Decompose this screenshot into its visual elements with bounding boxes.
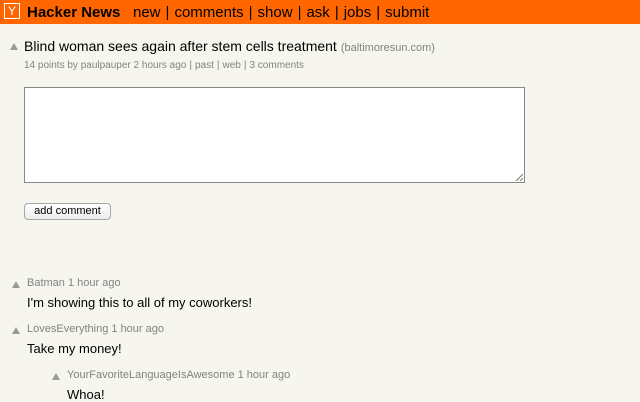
story-by-label: by — [67, 60, 78, 71]
story-comments-link[interactable]: 3 comments — [249, 60, 303, 71]
comment-text: Take my money! — [27, 341, 122, 356]
upvote-arrow-icon[interactable] — [12, 281, 20, 288]
nav-separator: | — [248, 4, 253, 21]
story-web-link[interactable]: web — [223, 60, 241, 71]
nav-comments[interactable]: comments — [174, 4, 243, 21]
story-points: 14 points — [24, 60, 65, 71]
story-age[interactable]: 2 hours ago — [134, 60, 187, 71]
story-author[interactable]: paulpauper — [81, 60, 131, 71]
nav-separator: | — [376, 4, 381, 21]
nav-submit[interactable]: submit — [385, 4, 429, 21]
story-past-link[interactable]: past — [195, 60, 214, 71]
nav-separator: | — [165, 4, 170, 21]
comment-text: I'm showing this to all of my coworkers! — [27, 295, 252, 310]
comment-textarea[interactable] — [24, 87, 525, 183]
upvote-arrow-icon[interactable] — [10, 43, 18, 50]
comment-user[interactable]: YourFavoriteLanguageIsAwesome — [67, 369, 235, 381]
comment-age[interactable]: 1 hour ago — [68, 277, 121, 289]
site-title[interactable]: Hacker News — [27, 4, 120, 21]
main-nav: new | comments | show | ask | jobs | submit — [133, 4, 429, 21]
y-logo-icon[interactable]: Y — [4, 3, 20, 19]
story-subtext: 14 points by paulpauper 2 hours ago | past… — [24, 60, 304, 72]
nav-show[interactable]: show — [258, 4, 293, 21]
nav-separator: | — [334, 4, 339, 21]
comment-user[interactable]: Batman — [27, 277, 65, 289]
resize-grip-icon[interactable] — [515, 173, 524, 182]
nav-jobs[interactable]: jobs — [344, 4, 372, 21]
story-site[interactable]: (baltimoresun.com) — [341, 42, 435, 54]
comment-age[interactable]: 1 hour ago — [238, 369, 291, 381]
nav-new[interactable]: new — [133, 4, 161, 21]
story-title-link[interactable]: Blind woman sees again after stem cells … — [24, 38, 337, 54]
comment-user[interactable]: LovesEverything — [27, 323, 108, 335]
comment-age[interactable]: 1 hour ago — [111, 323, 164, 335]
add-comment-button[interactable]: add comment — [24, 203, 111, 220]
nav-ask[interactable]: ask — [306, 4, 329, 21]
upvote-arrow-icon[interactable] — [12, 327, 20, 334]
top-bar: Y Hacker News new | comments | show | ask | jobs… — [0, 0, 640, 24]
comment-header: Batman 1 hour ago — [27, 277, 121, 290]
subtext-separator: | — [216, 60, 220, 71]
subtext-separator: | — [189, 60, 192, 71]
story-title-line: Blind woman sees again after stem cells … — [24, 38, 435, 57]
nav-separator: | — [297, 4, 302, 21]
comment-header: LovesEverything 1 hour ago — [27, 323, 164, 336]
upvote-arrow-icon[interactable] — [52, 373, 60, 380]
comment-header: YourFavoriteLanguageIsAwesome 1 hour ago — [67, 369, 290, 382]
